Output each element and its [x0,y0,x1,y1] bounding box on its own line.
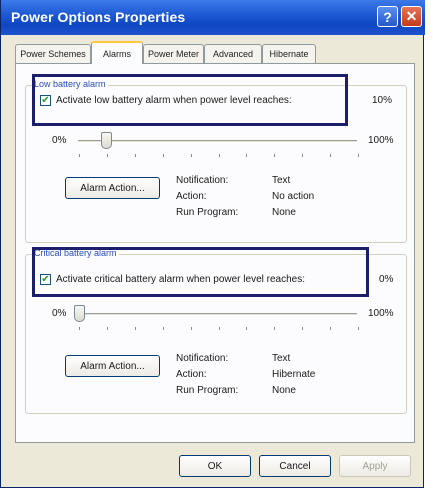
window-title: Power Options Properties [11,9,186,25]
critical-battery-checkbox-label: Activate critical battery alarm when pow… [56,274,305,285]
ok-button[interactable]: OK [179,455,251,477]
low-notification-value: Text [272,175,291,186]
slider-tick-mark [246,327,248,330]
low-battery-max-label: 100% [368,135,394,146]
slider-tick-mark [218,327,220,330]
low-action-label: Action: [176,191,207,202]
critical-notification-value: Text [272,353,291,364]
cancel-button[interactable]: Cancel [259,455,331,477]
slider-tick-mark [274,327,276,330]
close-icon: ✕ [405,8,418,24]
low-battery-slider-thumb[interactable] [101,132,113,149]
low-notification-label: Notification: [176,175,229,186]
slider-tick-mark [162,327,164,330]
slider-tick-mark [330,154,332,157]
slider-tick-mark [106,327,108,330]
slider-tick-mark [79,154,80,157]
slider-tick-mark [134,327,136,330]
slider-tick-mark [358,154,359,157]
slider-tick-mark [190,327,192,330]
critical-battery-checkbox[interactable]: ✔ [40,274,51,285]
low-run-program-label: Run Program: [176,207,239,218]
low-battery-alarm-action-button[interactable]: Alarm Action... [65,177,160,199]
slider-tick-mark [106,154,108,157]
checkmark-icon: ✔ [41,274,50,285]
critical-battery-highlight-box [32,247,369,297]
title-bar[interactable]: Power Options Properties ? ✕ [1,0,425,35]
tab-hibernate[interactable]: Hibernate [262,44,316,63]
slider-tick-mark [302,154,304,157]
close-button[interactable]: ✕ [401,6,422,27]
critical-action-value: Hibernate [272,369,316,380]
critical-battery-slider-thumb[interactable] [73,305,85,322]
critical-battery-min-label: 0% [52,308,67,319]
critical-notification-label: Notification: [176,353,229,364]
power-options-window: Power Options Properties ? ✕ Power Schem… [0,0,425,488]
low-battery-checkbox[interactable]: ✔ [40,95,51,106]
tab-advanced[interactable]: Advanced [204,44,262,63]
slider-tick-mark [302,327,304,330]
tab-power-meter[interactable]: Power Meter [143,44,204,63]
critical-battery-alarm-action-button[interactable]: Alarm Action... [65,355,160,377]
slider-tick-mark [330,327,332,330]
tab-power-schemes[interactable]: Power Schemes [15,44,91,63]
help-button[interactable]: ? [377,6,398,27]
slider-tick-mark [134,154,136,157]
slider-tick-mark [218,154,220,157]
slider-tick-mark [79,327,80,330]
checkmark-icon: ✔ [41,95,50,106]
apply-button[interactable]: Apply [339,455,411,477]
low-battery-checkbox-label: Activate low battery alarm when power le… [56,95,292,106]
low-battery-min-label: 0% [52,135,67,146]
critical-battery-max-label: 100% [368,308,394,319]
tab-alarms[interactable]: Alarms [91,41,143,64]
low-run-program-value: None [272,207,296,218]
critical-run-program-label: Run Program: [176,385,239,396]
low-action-value: No action [272,191,315,202]
alarms-panel: Low battery alarm ✔ Activate low battery… [15,63,415,443]
low-battery-level-value: 10% [372,95,393,106]
slider-tick-mark [274,154,276,157]
slider-tick-mark [358,327,359,330]
critical-run-program-value: None [272,385,296,396]
critical-battery-slider-track[interactable] [78,313,357,316]
slider-tick-mark [162,154,164,157]
slider-tick-mark [190,154,192,157]
critical-battery-level-value: 0% [379,274,394,285]
low-battery-slider-track[interactable] [78,140,357,143]
critical-action-label: Action: [176,369,207,380]
help-icon: ? [383,8,392,25]
slider-tick-mark [246,154,248,157]
